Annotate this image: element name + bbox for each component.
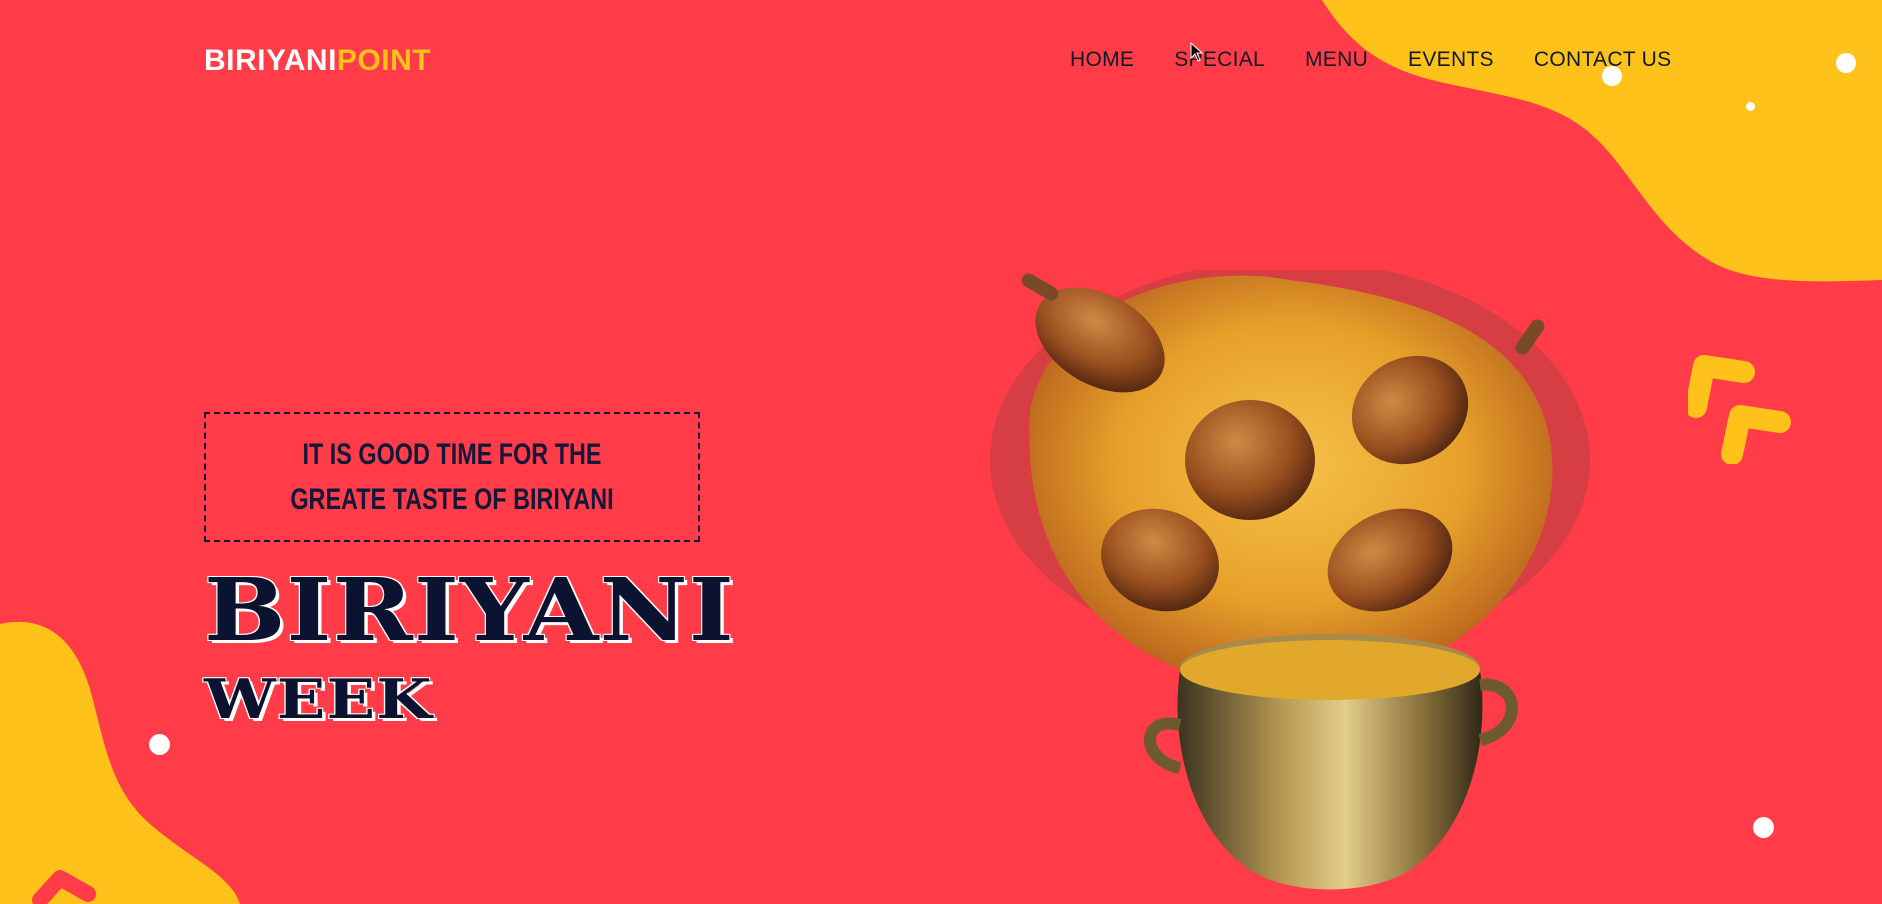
decor-dot xyxy=(1836,53,1856,73)
yellow-blob-bottom-left xyxy=(0,621,240,904)
cursor-icon xyxy=(1190,42,1204,62)
tagline-text: IT IS GOOD TIME FOR THE GREATE TASTE OF … xyxy=(290,438,614,516)
hero-title: BIRIYANI xyxy=(204,560,735,661)
nav-item-special[interactable]: SPECIAL xyxy=(1174,48,1265,72)
decor-dot xyxy=(149,734,170,755)
yellow-blob-top-right xyxy=(1322,0,1882,282)
nav-item-events[interactable]: EVENTS xyxy=(1408,48,1494,72)
hero-section: BIRIYANIPOINT HOME SPECIAL MENU EVENTS C… xyxy=(0,0,1882,904)
nav-item-contact[interactable]: CONTACT US xyxy=(1534,48,1672,72)
nav-item-menu[interactable]: MENU xyxy=(1305,48,1368,72)
brand-logo[interactable]: BIRIYANIPOINT xyxy=(204,44,431,78)
main-nav: HOME SPECIAL MENU EVENTS CONTACT US xyxy=(1070,48,1711,72)
decor-dot xyxy=(1746,102,1755,111)
nav-item-home[interactable]: HOME xyxy=(1070,48,1134,72)
decor-dot xyxy=(1753,817,1774,838)
chevron-shape-icon xyxy=(32,870,96,904)
biriyani-pot-image xyxy=(990,270,1590,890)
tagline-box: IT IS GOOD TIME FOR THE GREATE TASTE OF … xyxy=(204,412,700,542)
brand-name-part1: BIRIYANI xyxy=(204,44,337,77)
hero-subtitle: WEEK xyxy=(204,667,433,731)
brand-name-part2: POINT xyxy=(336,44,432,77)
chevron-shape-icon xyxy=(1688,355,1791,464)
